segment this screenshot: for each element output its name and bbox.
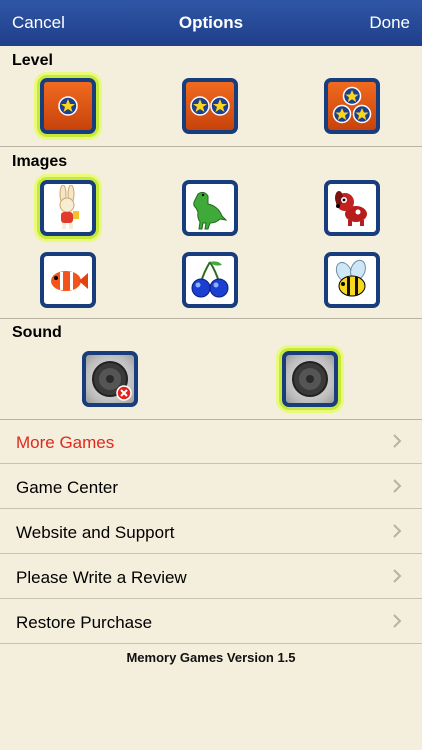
restore-purchase-label: Restore Purchase [16, 613, 153, 632]
image-dog-tile[interactable] [324, 180, 380, 236]
image-fish-tile[interactable] [40, 252, 96, 308]
sound-off-tile[interactable] [82, 351, 138, 407]
level-three-star-tile[interactable] [324, 78, 380, 134]
one-star-icon [58, 96, 78, 116]
two-stars-icon [190, 96, 230, 116]
image-bee-tile[interactable] [324, 252, 380, 308]
version-text: Memory Games Version 1.5 [126, 650, 296, 665]
three-stars-icon [332, 86, 372, 124]
image-rabbit-tile[interactable] [40, 180, 96, 236]
fish-icon [51, 271, 88, 291]
dog-icon [335, 191, 367, 226]
bee-icon [335, 259, 366, 297]
chevron-right-icon [393, 524, 402, 538]
sound-section-label: Sound [12, 324, 62, 341]
chevron-right-icon [393, 434, 402, 448]
section-divider [0, 318, 422, 319]
speaker-on-icon [292, 361, 328, 397]
level-two-star-tile[interactable] [182, 78, 238, 134]
more-games-row[interactable]: More Games [0, 420, 422, 464]
level-one-star-tile[interactable] [40, 78, 96, 134]
row-divider [0, 598, 422, 599]
chevron-right-icon [393, 614, 402, 628]
restore-purchase-row[interactable]: Restore Purchase [0, 600, 422, 644]
images-section-label: Images [12, 153, 68, 170]
game-center-row[interactable]: Game Center [0, 465, 422, 509]
write-review-row[interactable]: Please Write a Review [0, 555, 422, 599]
sound-on-tile[interactable] [282, 351, 338, 407]
dinosaur-icon [193, 191, 228, 230]
row-divider [0, 643, 422, 644]
section-divider [0, 146, 422, 147]
navigation-bar: Cancel Options Done [0, 0, 422, 46]
chevron-right-icon [393, 479, 402, 493]
chevron-right-icon [393, 569, 402, 583]
website-support-label: Website and Support [16, 523, 175, 542]
more-games-label: More Games [16, 433, 115, 452]
row-divider [0, 553, 422, 554]
level-section-label: Level [12, 52, 53, 69]
done-button[interactable]: Done [369, 13, 410, 33]
speaker-muted-icon [92, 361, 132, 401]
row-divider [0, 463, 422, 464]
cancel-button[interactable]: Cancel [12, 13, 65, 33]
cherries-icon [191, 261, 229, 298]
image-dinosaur-tile[interactable] [182, 180, 238, 236]
rabbit-icon [59, 185, 79, 229]
image-cherries-tile[interactable] [182, 252, 238, 308]
write-review-label: Please Write a Review [16, 568, 187, 587]
game-center-label: Game Center [16, 478, 119, 497]
row-divider [0, 508, 422, 509]
website-support-row[interactable]: Website and Support [0, 510, 422, 554]
